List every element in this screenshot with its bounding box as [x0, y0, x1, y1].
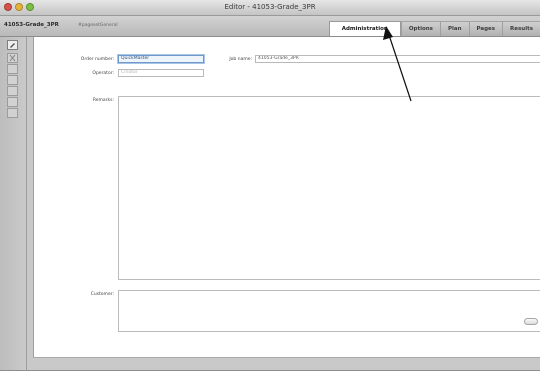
- window-title: Editor - 41053-Grade_3PR: [224, 3, 316, 11]
- job-name-label: Job name:: [229, 57, 252, 62]
- order-number-label: Order number:: [80, 57, 114, 62]
- tool-icon[interactable]: [7, 75, 18, 85]
- order-number-field[interactable]: QuickMaster: [118, 55, 204, 63]
- customer-label: Customer:: [90, 292, 114, 297]
- tab-pages[interactable]: Pages: [468, 21, 503, 36]
- tool-icon[interactable]: [7, 86, 18, 96]
- tool-icon[interactable]: [7, 108, 18, 118]
- tab-plan[interactable]: Plan: [439, 21, 469, 36]
- tab-results[interactable]: Results: [502, 21, 540, 36]
- tool-sidebar: [0, 37, 27, 370]
- document-header: 41053-Grade_3PR #pagesetGeneral Administ…: [0, 16, 540, 37]
- editor-window: Editor - 41053-Grade_3PR 41053-Grade_3PR…: [0, 0, 540, 371]
- close-icon[interactable]: [7, 53, 18, 63]
- operator-label: Operator:: [92, 71, 114, 76]
- customer-button[interactable]: [524, 318, 538, 325]
- customer-textarea[interactable]: [118, 290, 540, 332]
- document-subtitle: #pagesetGeneral: [78, 23, 118, 28]
- operator-field[interactable]: Creator: [118, 69, 204, 77]
- tab-bar: Administration Options Plan Pages Result…: [328, 21, 540, 36]
- title-bar: Editor - 41053-Grade_3PR: [0, 0, 540, 16]
- tab-options[interactable]: Options: [400, 21, 440, 36]
- tab-administration[interactable]: Administration: [328, 21, 401, 36]
- job-name-field[interactable]: 41053-Grade_3PR: [255, 55, 540, 63]
- document-name: 41053-Grade_3PR: [4, 22, 59, 28]
- edit-icon[interactable]: [7, 40, 18, 50]
- tool-icon[interactable]: [7, 97, 18, 107]
- tool-icon[interactable]: [7, 64, 18, 74]
- remarks-label: Remarks:: [92, 98, 114, 103]
- remarks-textarea[interactable]: [118, 96, 540, 280]
- administration-panel: Order number: QuickMaster Job name: 4105…: [33, 37, 540, 358]
